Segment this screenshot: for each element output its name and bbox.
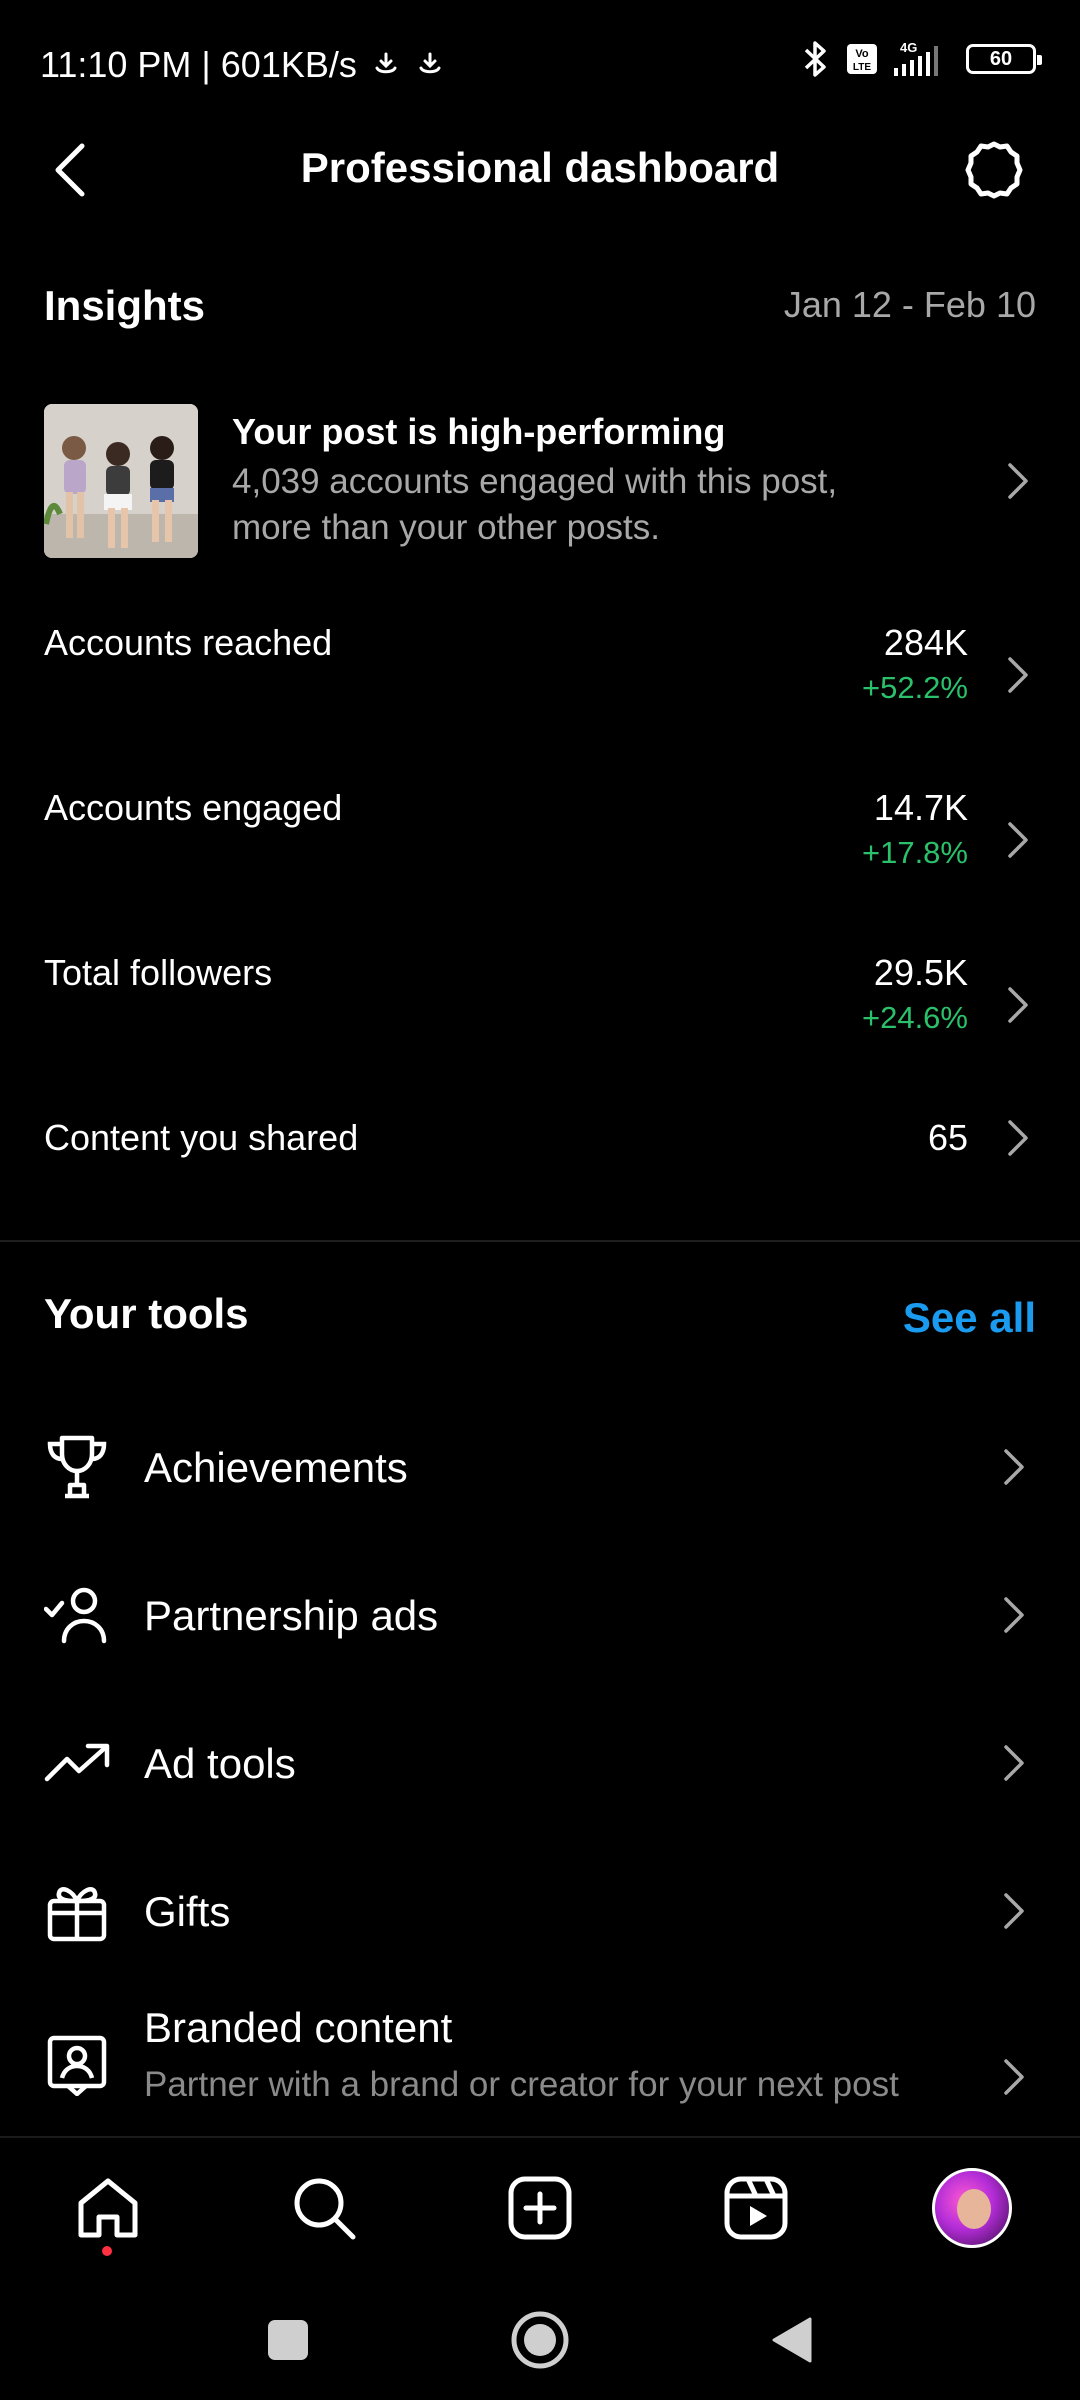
metric-change: +24.6% [861,1000,968,1035]
reels-icon [724,2176,788,2240]
home-icon [78,2178,138,2238]
status-time-speed: 11:10 PM | 601KB/s [40,44,357,85]
page-title: Professional dashboard [300,144,780,191]
section-divider [0,1240,1080,1242]
metric-label: Total followers [44,952,273,993]
metric-total-followers[interactable]: Total followers 29.5K +24.6% [44,930,1036,1040]
insights-header: Insights Jan 12 - Feb 10 [44,274,1036,334]
metric-content-shared[interactable]: Content you shared 65 [44,1095,1036,1205]
tool-partnership-ads[interactable]: Partnership ads [44,1554,1036,1674]
avatar [932,2168,1012,2248]
home-system-button[interactable] [510,2310,570,2370]
chevron-right-icon [996,1738,1032,1788]
nav-create[interactable] [500,2168,580,2248]
metric-label: Accounts engaged [44,787,343,828]
metric-value: 29.5K [873,952,968,993]
triangle-back-icon [772,2317,812,2363]
metric-change: +52.2% [861,670,968,705]
see-all-link[interactable]: See all [903,1294,1036,1342]
chevron-right-icon [1000,980,1036,1030]
partnership-icon [44,1582,110,1648]
post-card-text: Your post is high-performing 4,039 accou… [232,410,912,550]
tool-label: Achievements [144,1444,408,1491]
volte-icon: Vo LTE [846,43,878,75]
chevron-right-icon [996,1442,1032,1492]
nav-home[interactable] [68,2168,148,2248]
back-system-button[interactable] [762,2310,822,2370]
tool-branded-content[interactable]: Branded content Partner with a brand or … [44,2000,1036,2136]
tool-description: Partner with a brand or creator for your… [144,2065,899,2104]
search-icon [294,2178,356,2240]
bottom-nav [0,2136,1080,2276]
tool-label: Ad tools [144,1740,296,1787]
date-range[interactable]: Jan 12 - Feb 10 [784,284,1036,326]
chevron-right-icon [996,1590,1032,1640]
header: Professional dashboard [0,120,1080,220]
nav-reels[interactable] [716,2168,796,2248]
trophy-icon [44,1434,110,1500]
tools-header: Your tools See all [44,1284,1036,1354]
square-icon [268,2320,308,2360]
chevron-right-icon [996,2052,1032,2102]
metric-accounts-reached[interactable]: Accounts reached 284K +52.2% [44,600,1036,710]
gear-icon [965,141,1023,199]
metric-label: Accounts reached [44,622,333,663]
branded-content-icon [44,2032,110,2098]
metric-value: 14.7K [873,787,968,828]
bluetooth-icon [798,40,832,78]
metric-accounts-engaged[interactable]: Accounts engaged 14.7K +17.8% [44,765,1036,875]
home-notification-dot [102,2246,112,2256]
chevron-right-icon [1000,456,1036,506]
chevron-right-icon [996,1886,1032,1936]
add-post-icon [508,2176,572,2240]
status-left: 11:10 PM | 601KB/s [40,44,445,86]
metric-value: 284K [883,622,968,663]
high-performing-post-card[interactable]: Your post is high-performing 4,039 accou… [44,400,1036,560]
svg-text:4G: 4G [900,40,917,55]
metric-value: 65 [927,1117,968,1158]
tools-title: Your tools [44,1290,249,1337]
post-card-title: Your post is high-performing [232,411,726,452]
tool-ad-tools[interactable]: Ad tools [44,1702,1036,1822]
download-icon [371,50,401,80]
post-thumbnail [44,404,198,558]
chevron-right-icon [1000,1113,1036,1163]
status-bar: 11:10 PM | 601KB/s Vo LTE 4G 60 [0,0,1080,130]
nav-profile[interactable] [932,2168,1012,2248]
status-right: Vo LTE 4G 60 [798,40,1042,78]
settings-button[interactable] [960,136,1028,204]
download-icon-2 [415,50,445,80]
tool-label: Gifts [144,1888,231,1935]
metric-label: Content you shared [44,1117,359,1158]
chevron-right-icon [1000,815,1036,865]
tool-achievements[interactable]: Achievements [44,1406,1036,1526]
svg-text:LTE: LTE [853,62,871,73]
tool-label: Branded content [144,2004,453,2051]
svg-text:Vo: Vo [855,48,869,60]
signal-icon: 4G [892,40,952,78]
recents-button[interactable] [258,2310,318,2370]
insights-title: Insights [44,282,206,329]
tool-label: Partnership ads [144,1592,439,1639]
system-nav-bar [0,2276,1080,2400]
circle-icon [511,2311,569,2369]
metric-change: +17.8% [861,835,968,870]
nav-search[interactable] [284,2168,364,2248]
chevron-right-icon [1000,650,1036,700]
battery-icon: 60 [966,44,1042,74]
gift-icon [44,1878,110,1944]
tool-gifts[interactable]: Gifts [44,1850,1036,1970]
trending-up-icon [44,1730,110,1796]
post-card-description: 4,039 accounts engaged with this post, m… [232,462,838,547]
